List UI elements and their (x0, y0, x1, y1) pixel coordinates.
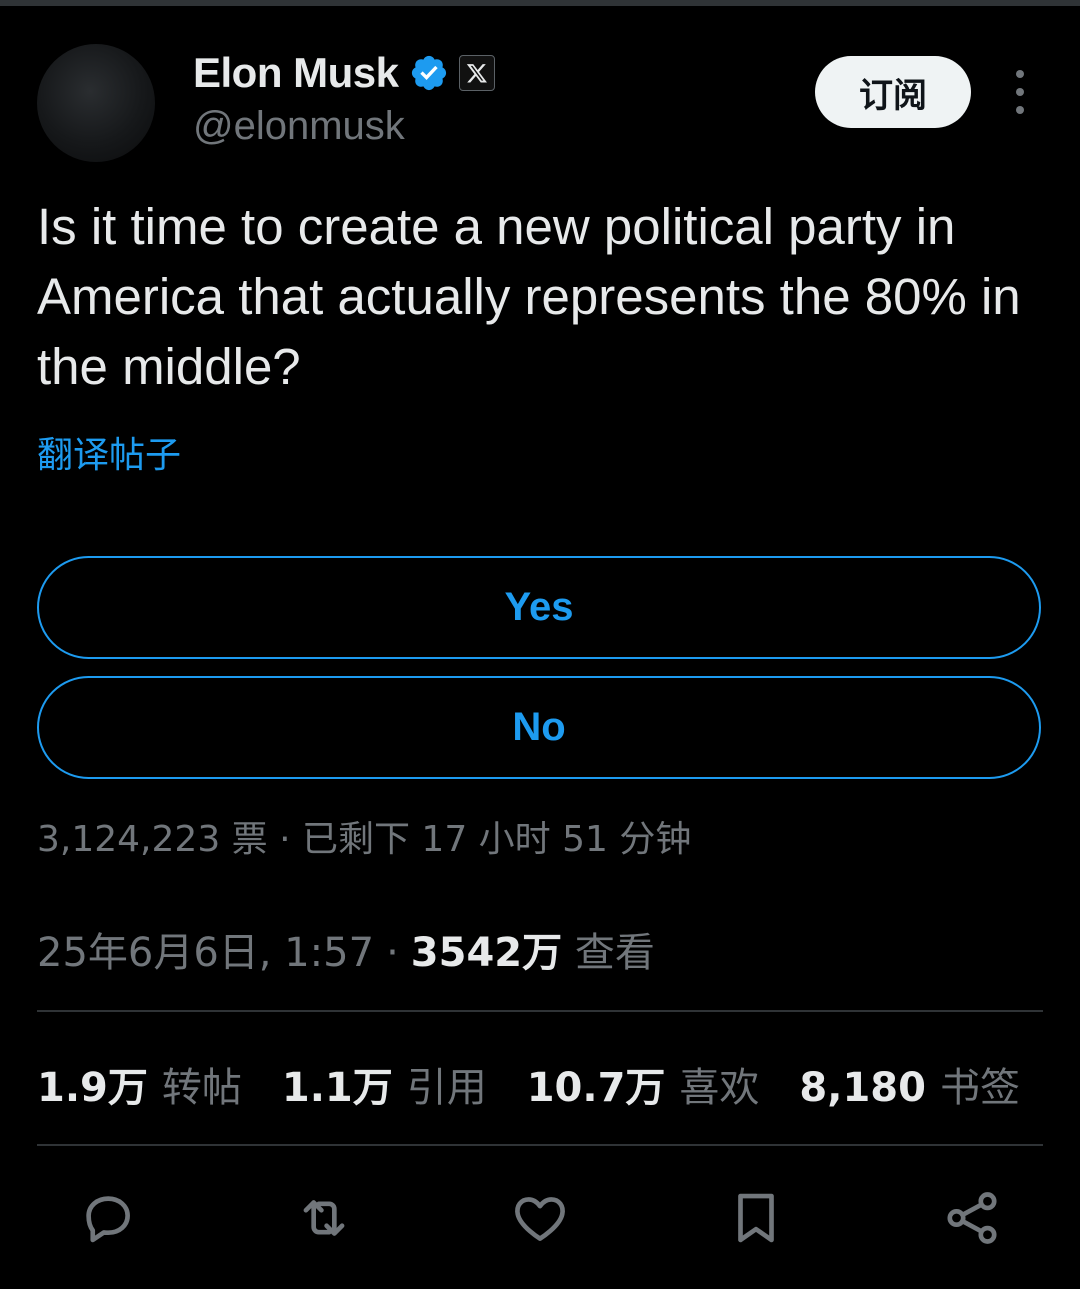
top-divider (0, 0, 1080, 6)
action-bar (0, 1180, 1080, 1260)
author-name[interactable]: Elon Musk (193, 49, 399, 97)
poll-option-no[interactable]: No (37, 676, 1041, 779)
engagement-stats: 1.9万 转帖 1.1万 引用 10.7万 喜欢 8,180 书签 (37, 1055, 1060, 1113)
stat-quotes[interactable]: 1.1万 引用 (282, 1055, 487, 1113)
stat-bookmarks[interactable]: 8,180 书签 (799, 1055, 1020, 1113)
tweet-text: Is it time to create a new political par… (37, 198, 1021, 395)
divider (37, 1144, 1043, 1146)
stat-label: 书签 (939, 1065, 1020, 1111)
retweet-icon[interactable] (292, 1186, 356, 1250)
more-vertical-icon[interactable] (1006, 70, 1034, 114)
views-count: 3542万 (410, 930, 563, 976)
translate-link[interactable]: 翻译帖子 (37, 426, 181, 478)
poll-option-yes[interactable]: Yes (37, 556, 1041, 659)
views-row[interactable]: 3542万 查看 (411, 920, 655, 978)
poll-meta: 3,124,223 票 · 已剩下 17 小时 51 分钟 (37, 819, 692, 860)
like-icon[interactable] (508, 1186, 572, 1250)
divider (37, 1010, 1043, 1012)
x-logo-icon[interactable] (458, 55, 495, 91)
stat-count: 1.1万 (281, 1065, 393, 1111)
stat-label: 喜欢 (679, 1065, 760, 1111)
author-name-row: Elon Musk (193, 48, 495, 98)
stat-count: 8,180 (799, 1065, 926, 1111)
bookmark-icon[interactable] (724, 1186, 788, 1250)
author-handle[interactable]: @elonmusk (193, 104, 405, 149)
stat-count: 10.7万 (526, 1065, 666, 1111)
avatar[interactable] (37, 44, 155, 162)
stat-label: 转帖 (161, 1065, 242, 1111)
stat-count: 1.9万 (37, 1065, 148, 1111)
share-icon[interactable] (940, 1186, 1004, 1250)
stat-likes[interactable]: 10.7万 喜欢 (527, 1055, 760, 1113)
subscribe-button[interactable]: 订阅 (815, 56, 971, 128)
timestamp-row: 25年6月6日, 1:57 · 3542万 查看 (37, 920, 655, 978)
views-label: 查看 (574, 930, 655, 976)
stat-label: 引用 (406, 1065, 487, 1111)
separator: · (386, 930, 399, 976)
stat-reposts[interactable]: 1.9万 转帖 (37, 1055, 242, 1113)
verified-badge-icon[interactable] (409, 53, 449, 93)
reply-icon[interactable] (76, 1186, 140, 1250)
tweet-datetime[interactable]: 25年6月6日, 1:57 (37, 920, 374, 978)
